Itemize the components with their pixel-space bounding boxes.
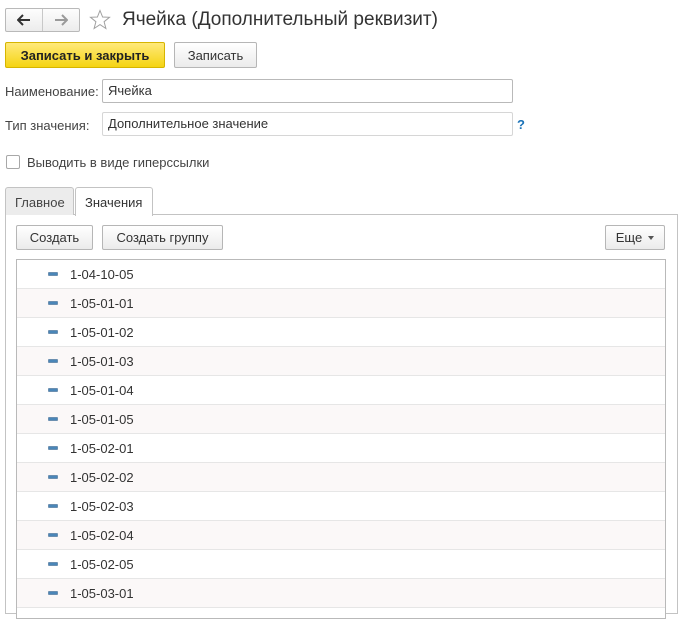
value-name: 1-05-01-05 xyxy=(70,412,134,427)
value-name: 1-05-02-05 xyxy=(70,557,134,572)
value-item-icon xyxy=(48,591,58,595)
value-item-icon xyxy=(48,475,58,479)
table-row[interactable]: 1-05-01-05 xyxy=(17,405,665,434)
value-name: 1-05-02-02 xyxy=(70,470,134,485)
value-item-icon xyxy=(48,388,58,392)
value-item-icon xyxy=(48,562,58,566)
more-button-label: Еще xyxy=(615,230,643,245)
name-field[interactable]: Ячейка xyxy=(102,79,513,103)
hyperlink-checkbox[interactable] xyxy=(6,155,20,169)
save-button[interactable]: Записать xyxy=(174,42,257,68)
value-name: 1-05-02-03 xyxy=(70,499,134,514)
name-label: Наименование: xyxy=(5,84,99,99)
back-button[interactable] xyxy=(6,9,42,31)
table-row[interactable]: 1-05-01-04 xyxy=(17,376,665,405)
value-name: 1-05-01-03 xyxy=(70,354,134,369)
forward-button[interactable] xyxy=(42,9,79,31)
value-item-icon xyxy=(48,417,58,421)
navigation-buttons xyxy=(5,8,80,32)
table-row[interactable]: 1-05-02-01 xyxy=(17,434,665,463)
save-and-close-button[interactable]: Записать и закрыть xyxy=(5,42,165,68)
value-name: 1-05-01-04 xyxy=(70,383,134,398)
value-name: 1-04-10-05 xyxy=(70,267,134,282)
value-item-icon xyxy=(48,359,58,363)
value-item-icon xyxy=(48,330,58,334)
value-type-field[interactable]: Дополнительное значение xyxy=(102,112,513,136)
value-name: 1-05-01-01 xyxy=(70,296,134,311)
value-name: 1-05-02-04 xyxy=(70,528,134,543)
tab-main[interactable]: Главное xyxy=(5,187,74,215)
value-type-label: Тип значения: xyxy=(5,118,90,133)
table-row[interactable]: 1-05-02-04 xyxy=(17,521,665,550)
table-row[interactable]: 1-04-10-05 xyxy=(17,260,665,289)
arrow-left-icon xyxy=(17,14,30,26)
value-item-icon xyxy=(48,272,58,276)
hyperlink-checkbox-label[interactable]: Выводить в виде гиперссылки xyxy=(27,155,209,170)
value-item-icon xyxy=(48,504,58,508)
values-table[interactable]: 1-04-10-05 1-05-01-01 1-05-01-02 1-05-01… xyxy=(16,259,666,619)
create-button[interactable]: Создать xyxy=(16,225,93,250)
value-item-icon xyxy=(48,533,58,537)
tab-values[interactable]: Значения xyxy=(75,187,153,216)
table-row[interactable]: 1-05-03-01 xyxy=(17,579,665,608)
table-row[interactable]: 1-05-02-02 xyxy=(17,463,665,492)
table-row[interactable]: 1-05-01-02 xyxy=(17,318,665,347)
table-row[interactable]: 1-05-01-01 xyxy=(17,289,665,318)
table-row[interactable]: 1-05-01-03 xyxy=(17,347,665,376)
arrow-right-icon xyxy=(55,14,68,26)
value-name: 1-05-03-01 xyxy=(70,586,134,601)
value-item-icon xyxy=(48,446,58,450)
chevron-down-icon xyxy=(648,235,655,240)
page-title: Ячейка (Дополнительный реквизит) xyxy=(122,9,438,30)
more-button[interactable]: Еще xyxy=(605,225,665,250)
help-link[interactable]: ? xyxy=(517,117,525,132)
value-item-icon xyxy=(48,301,58,305)
create-group-button[interactable]: Создать группу xyxy=(102,225,223,250)
value-name: 1-05-02-01 xyxy=(70,441,134,456)
star-icon[interactable] xyxy=(89,9,111,31)
table-row[interactable]: 1-05-02-05 xyxy=(17,550,665,579)
value-name: 1-05-01-02 xyxy=(70,325,134,340)
table-row[interactable]: 1-05-02-03 xyxy=(17,492,665,521)
